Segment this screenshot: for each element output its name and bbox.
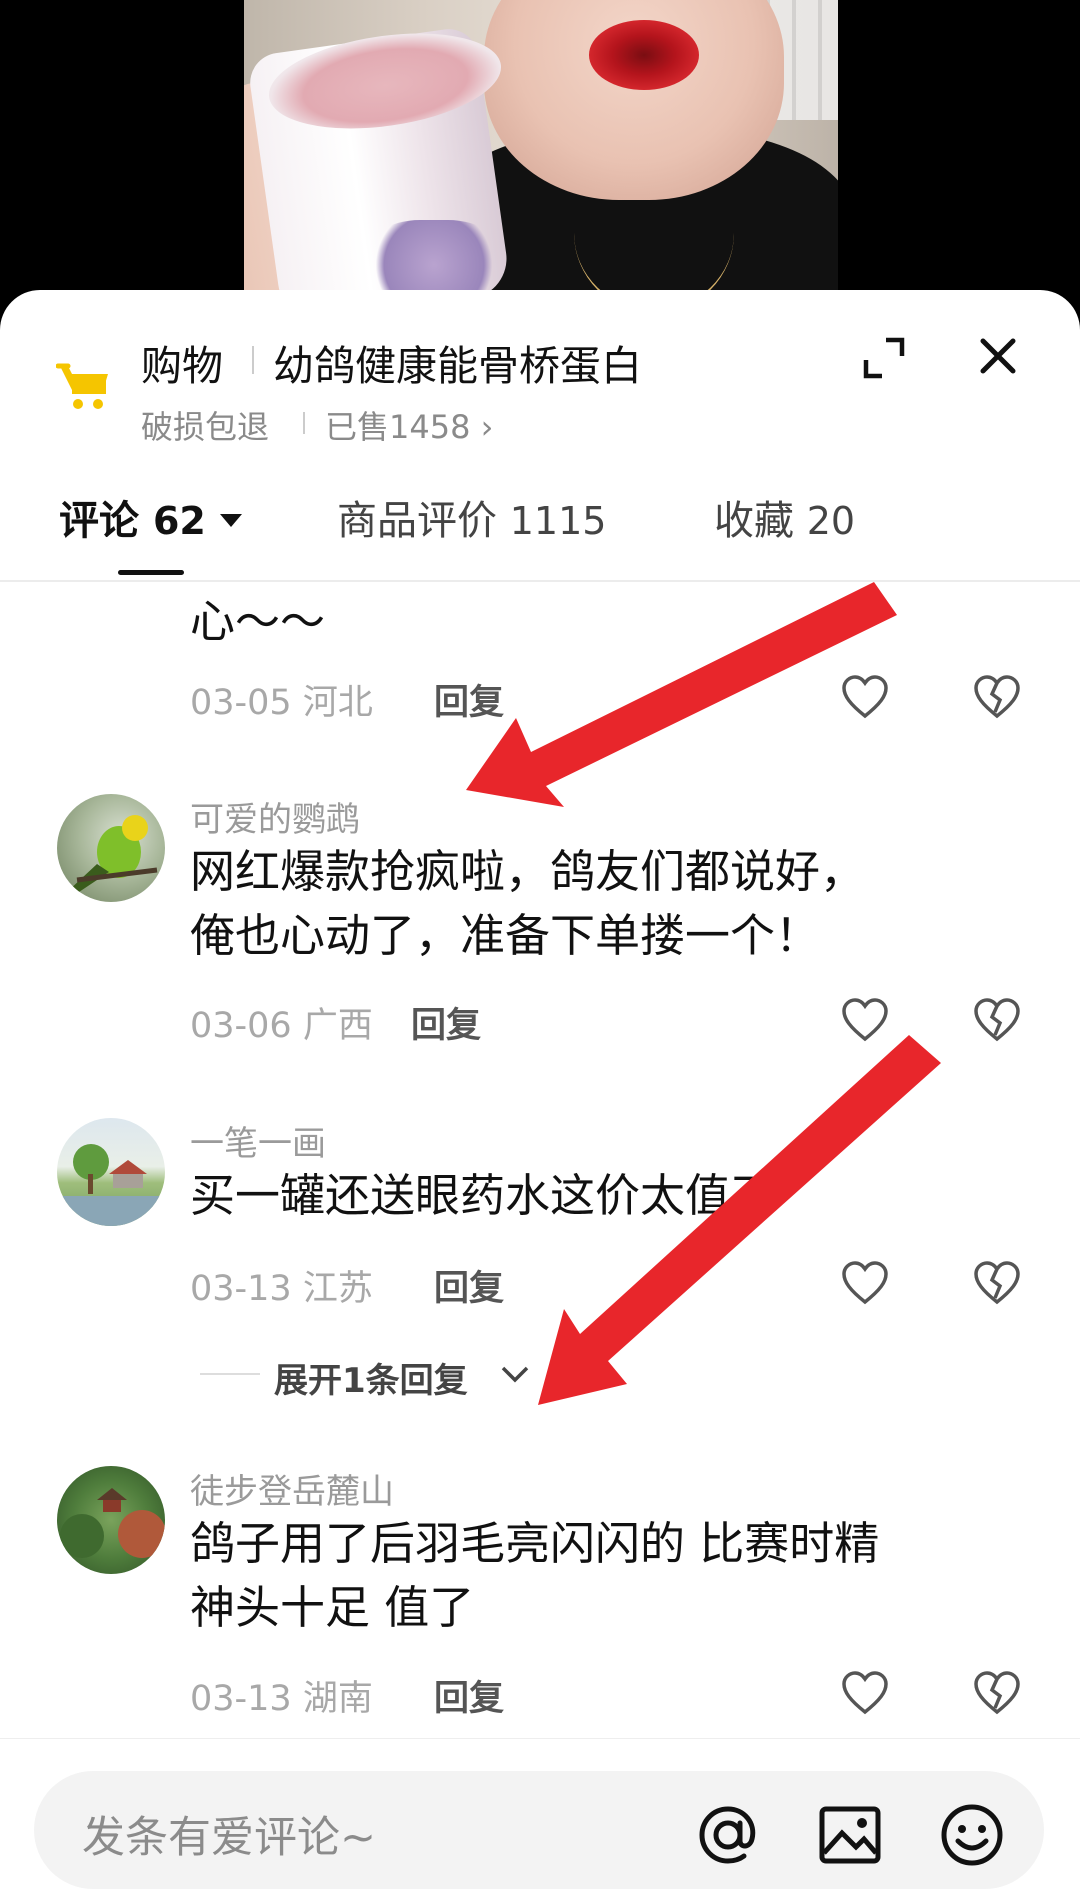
expand-replies-label: 展开1条回复: [274, 1361, 468, 1401]
chevron-down-icon: [501, 1366, 529, 1383]
sold-count[interactable]: 已售1458 ›: [325, 402, 493, 448]
tab-label: 商品评价: [337, 498, 497, 544]
heart-icon[interactable]: [840, 997, 890, 1045]
comment-text: 买一罐还送眼药水这价太值了: [190, 1169, 776, 1222]
username[interactable]: 徒步登岳麓山: [190, 1464, 394, 1513]
shopping-cart-icon: [56, 363, 108, 409]
tab-favorites[interactable]: 收藏 20: [714, 488, 855, 546]
broken-heart-icon[interactable]: [972, 674, 1022, 722]
comment-meta: 03-13 江苏: [190, 1260, 373, 1311]
active-tab-indicator: [118, 570, 184, 575]
reply-button[interactable]: 回复: [434, 1670, 504, 1721]
comment-date: 03-13: [190, 1269, 292, 1309]
product-header[interactable]: 购物 幼鸽健康能骨桥蛋白 破损包退 已售1458 ›: [0, 290, 1080, 450]
expand-icon[interactable]: [862, 336, 906, 380]
avatar[interactable]: [57, 1118, 165, 1226]
heart-icon[interactable]: [840, 1260, 890, 1308]
heart-icon[interactable]: [840, 674, 890, 722]
comment-date: 03-13: [190, 1679, 292, 1719]
broken-heart-icon[interactable]: [972, 997, 1022, 1045]
comment-text: 俺也心动了，准备下单搂一个！: [190, 909, 821, 962]
comment-date: 03-06: [190, 1006, 292, 1046]
comment-text: 网红爆款抢疯啦，鸽友们都说好，: [190, 845, 866, 898]
comment-region: 湖南: [302, 1679, 373, 1719]
comment-text: 神头十足 值了: [190, 1581, 475, 1634]
parrot-image: [67, 815, 158, 892]
landscape-image: [57, 1144, 165, 1226]
person-lips: [589, 20, 699, 90]
at-icon[interactable]: [694, 1801, 762, 1869]
tab-label: 评论: [59, 498, 139, 544]
divider: [200, 1373, 260, 1375]
mountain-pavilion-image: [60, 1488, 165, 1558]
jar-label: [364, 220, 504, 300]
comment-meta: 03-06 广西: [190, 997, 373, 1048]
reply-button[interactable]: 回复: [434, 674, 504, 725]
tab-product-reviews[interactable]: 商品评价 1115: [337, 488, 606, 546]
username[interactable]: 一笔一画: [190, 1116, 326, 1165]
tab-bar: 评论 62 商品评价 1115 收藏 20: [0, 450, 1080, 582]
tab-label: 收藏: [714, 498, 794, 544]
caret-down-icon: [219, 513, 242, 527]
reply-button[interactable]: 回复: [434, 1260, 504, 1311]
image-icon[interactable]: [816, 1801, 884, 1869]
comment-meta: 03-05 河北: [190, 674, 373, 725]
comment-region: 江苏: [302, 1269, 373, 1309]
video-player[interactable]: [0, 0, 1080, 300]
comment-input-bar: 发条有爱评论~: [0, 1738, 1080, 1899]
shop-label: 购物: [141, 342, 223, 390]
tab-comments[interactable]: 评论 62: [59, 488, 242, 546]
return-policy: 破损包退: [141, 408, 270, 446]
tab-count: 62: [152, 499, 206, 543]
comment-region: 广西: [302, 1006, 373, 1046]
heart-icon[interactable]: [840, 1670, 890, 1718]
avatar[interactable]: [57, 1466, 165, 1574]
reply-button[interactable]: 回复: [411, 997, 481, 1048]
broken-heart-icon[interactable]: [972, 1670, 1022, 1718]
comment-region: 河北: [302, 683, 373, 723]
sold-count-text: 已售1458: [325, 408, 471, 446]
username[interactable]: 可爱的鹦鹉: [190, 792, 360, 841]
video-frame: [244, 0, 838, 300]
divider: [303, 412, 305, 434]
emoji-icon[interactable]: [938, 1801, 1006, 1869]
broken-heart-icon[interactable]: [972, 1260, 1022, 1308]
chevron-right-icon: ›: [480, 408, 494, 446]
avatar[interactable]: [57, 794, 165, 902]
comment-date: 03-05: [190, 683, 292, 723]
close-icon[interactable]: [976, 334, 1020, 378]
divider: [252, 346, 254, 374]
comment-meta: 03-13 湖南: [190, 1670, 373, 1721]
tab-count: 1115: [509, 499, 607, 543]
comment-input[interactable]: 发条有爱评论~: [34, 1771, 1044, 1889]
comment-input-placeholder: 发条有爱评论~: [82, 1813, 377, 1863]
product-title[interactable]: 幼鸽健康能骨桥蛋白: [273, 332, 642, 392]
comment-text: 心～～: [190, 595, 326, 648]
tab-count: 20: [806, 499, 856, 543]
comment-text: 鸽子用了后羽毛亮闪闪的 比赛时精: [190, 1517, 880, 1570]
comment-sheet: 购物 幼鸽健康能骨桥蛋白 破损包退 已售1458 › 评论 62 商品评价 11…: [0, 290, 1080, 1899]
